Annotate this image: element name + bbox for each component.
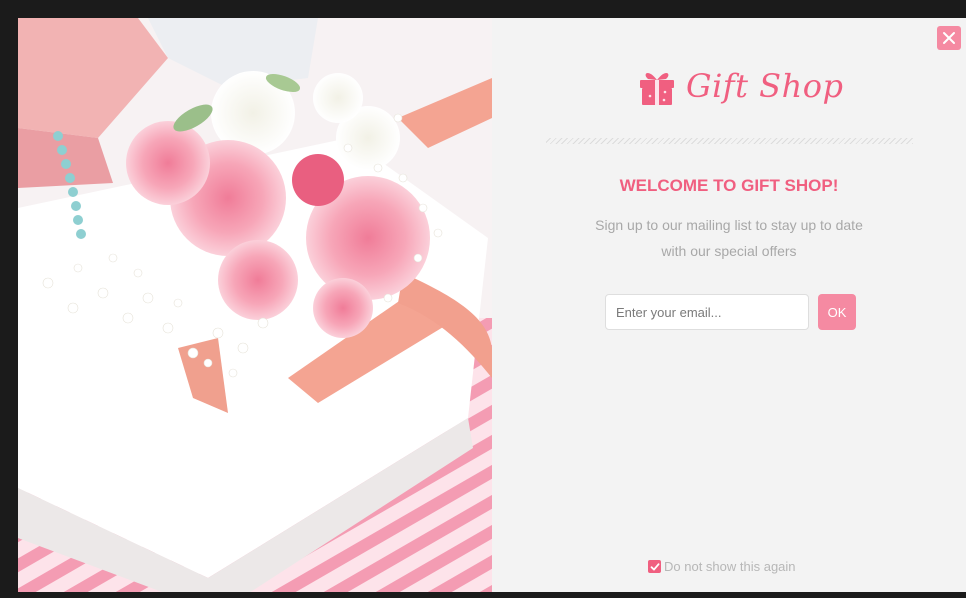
- do-not-show-label: Do not show this again: [664, 559, 796, 574]
- gift-flowers-image: [18, 18, 492, 592]
- signup-panel: Gift Shop WELCOME TO GIFT SHOP! Sign up …: [492, 18, 966, 592]
- brand-name: Gift Shop: [686, 67, 844, 105]
- email-input[interactable]: [605, 294, 809, 330]
- signup-description: Sign up to our mailing list to stay up t…: [572, 212, 886, 264]
- description-line: Sign up to our mailing list to stay up t…: [595, 217, 863, 233]
- signup-popup: Gift Shop WELCOME TO GIFT SHOP! Sign up …: [18, 18, 966, 592]
- check-icon: [650, 562, 659, 570]
- divider: [546, 138, 913, 144]
- description-line: with our special offers: [661, 243, 797, 259]
- ok-button[interactable]: OK: [818, 294, 856, 330]
- gift-icon: [640, 72, 674, 105]
- close-icon: [943, 32, 955, 44]
- close-button[interactable]: [937, 26, 961, 50]
- brand-logo: Gift Shop: [638, 56, 843, 116]
- welcome-heading: WELCOME TO GIFT SHOP!: [619, 176, 839, 195]
- do-not-show-checkbox[interactable]: [648, 560, 661, 573]
- do-not-show-option[interactable]: Do not show this again: [648, 559, 796, 574]
